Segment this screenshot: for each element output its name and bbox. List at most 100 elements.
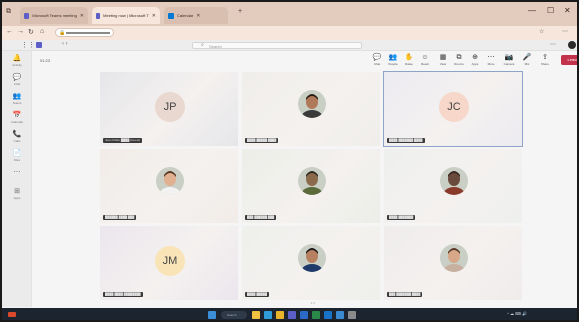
tab-label: Meeting now | Microsoft T xyxy=(103,13,149,18)
rail-item-calendar[interactable]: 📅 Calendar xyxy=(9,112,25,124)
share-button[interactable]: ⇪ Share xyxy=(538,54,552,66)
tab-favicon-icon xyxy=(24,12,30,19)
rail-item-chat[interactable]: 💬 Chat xyxy=(9,74,25,86)
mic-button[interactable]: 🎤 Mic xyxy=(520,54,534,66)
maximize-button[interactable]: ☐ xyxy=(547,6,554,15)
participant-photo-avatar xyxy=(298,244,326,272)
minimize-button[interactable]: — xyxy=(528,6,536,15)
rail-item-files[interactable]: 📄 Files xyxy=(9,150,25,162)
tab-close-icon[interactable]: ✕ xyxy=(80,13,84,19)
forward-icon[interactable]: → xyxy=(17,28,24,35)
browser-tab[interactable]: Microsoft Teams meeting ✕ xyxy=(20,7,88,24)
teams-search-input[interactable]: ⌕ Search xyxy=(192,42,362,49)
apps-button[interactable]: ⊕ Apps xyxy=(468,54,482,66)
browser-tab[interactable]: Calendar ✕ xyxy=(164,7,228,24)
participant-photo-avatar xyxy=(156,167,184,195)
outlook-icon[interactable] xyxy=(324,311,332,319)
participant-tile[interactable]: ███ ███████ ████ xyxy=(384,226,522,300)
excel-icon[interactable] xyxy=(312,311,320,319)
rail-item-label: Chat xyxy=(13,82,21,86)
system-tray-icons[interactable]: ^ ☁ ⌨ 🔊 xyxy=(507,311,527,316)
share-label: Share xyxy=(540,62,549,66)
rail-item-teams[interactable]: 👥 Teams xyxy=(9,93,25,105)
rail-item-activity[interactable]: 🔔 Activity xyxy=(9,55,25,67)
share-icon: ⇪ xyxy=(542,54,548,61)
store-icon[interactable] xyxy=(336,311,344,319)
settings-taskbar-icon[interactable] xyxy=(348,311,356,319)
taskbar-search[interactable]: Search xyxy=(221,311,247,319)
settings-more-icon[interactable]: ⋯ xyxy=(550,41,556,48)
participant-initials-avatar: JP xyxy=(155,92,185,122)
view-button[interactable]: ▦ View xyxy=(436,54,450,66)
participant-tile[interactable]: ████ █████ ████ xyxy=(242,72,380,146)
word-icon[interactable] xyxy=(300,311,308,319)
screenshot-frame: ⧉ + — ☐ ✕ Microsoft Teams meeting ✕ Meetin… xyxy=(0,0,579,322)
more-icon: ⋯ xyxy=(487,54,495,61)
close-window-button[interactable]: ✕ xyxy=(564,6,571,15)
camera-button[interactable]: 📷 Camera xyxy=(502,54,516,66)
participant-tile[interactable]: ████ █████ xyxy=(242,226,380,300)
favorite-icon[interactable]: ☆ xyxy=(539,28,544,35)
participant-tile[interactable]: ████ ███████ xyxy=(384,149,522,223)
participant-tile[interactable]: ███ ██████ ███ xyxy=(242,149,380,223)
page-indicator[interactable]: • • xyxy=(311,300,315,305)
new-tab-button[interactable]: + xyxy=(238,8,242,15)
chrome-icon[interactable] xyxy=(276,311,284,319)
raise-label: Raise xyxy=(405,62,413,66)
participant-tile[interactable]: JP Juan Pablo ████ (Guest) xyxy=(100,72,238,146)
rooms-button[interactable]: ⧉ Rooms xyxy=(452,54,466,66)
history-arrows-icon[interactable]: ‹ › xyxy=(62,41,68,47)
rail-item-label: Calendar xyxy=(10,120,24,124)
chat-button[interactable]: 💬 Chat xyxy=(370,54,384,66)
url-field[interactable]: 🔒 xyxy=(55,28,114,37)
mic-icon: 🎤 xyxy=(522,54,532,61)
raise-button[interactable]: ✋ Raise xyxy=(402,54,416,66)
participant-tile[interactable]: ██████ ████ ███ xyxy=(100,149,238,223)
tab-actions-icon[interactable]: ⧉ xyxy=(6,8,11,16)
reload-icon[interactable]: ↻ xyxy=(28,28,34,36)
participant-tile[interactable]: JM ████ ████ ████████ xyxy=(100,226,238,300)
browser-tab[interactable]: Meeting now | Microsoft T ✕ xyxy=(92,7,160,24)
react-label: React xyxy=(421,62,429,66)
browser-menu-icon[interactable]: ⋯ xyxy=(562,28,568,35)
leave-button[interactable]: Leave xyxy=(561,55,577,65)
tab-close-icon[interactable]: ✕ xyxy=(196,13,200,19)
tab-label: Microsoft Teams meeting xyxy=(32,13,77,18)
rail-item-label: Calls xyxy=(13,139,21,143)
rail-item-more[interactable]: ⋯ xyxy=(9,169,25,177)
teams-taskbar-icon[interactable] xyxy=(288,311,296,319)
participant-photo-avatar xyxy=(298,167,326,195)
tab-close-icon[interactable]: ✕ xyxy=(152,13,156,19)
participant-tile[interactable]: JC ████ ███████ ████ xyxy=(383,71,523,147)
participant-name-tag: Juan Pablo ████ (Guest) xyxy=(103,138,143,143)
apps-icon: ⊕ xyxy=(472,54,478,61)
chat-icon: 💬 xyxy=(12,74,22,81)
participant-name-tag: ████ █████ ████ xyxy=(245,138,279,143)
participant-name-tag: ███ ███████ ████ xyxy=(387,292,423,297)
mic-label: Mic xyxy=(524,62,530,66)
participant-name-tag: ████ ████ ████████ xyxy=(103,292,143,297)
edge-icon[interactable] xyxy=(264,311,272,319)
calls-icon: 📞 xyxy=(12,131,22,138)
chat-icon: 💬 xyxy=(372,54,382,61)
teams-icon: 👥 xyxy=(12,93,22,100)
more-apps-icon: ⊞ xyxy=(14,188,20,195)
files-icon: 📄 xyxy=(12,150,22,157)
react-button[interactable]: ☺ React xyxy=(418,54,432,66)
home-icon[interactable]: ⌂ xyxy=(40,28,44,35)
more-button[interactable]: ⋯ More xyxy=(484,54,498,66)
my-avatar[interactable] xyxy=(568,41,576,49)
weather-icon[interactable] xyxy=(8,312,16,317)
people-button[interactable]: 👥 People xyxy=(386,54,400,66)
react-icon: ☺ xyxy=(421,54,429,61)
rail-item-calls[interactable]: 📞 Calls xyxy=(9,131,25,143)
app-launcher-icon[interactable]: ⋮⋮ xyxy=(21,41,35,49)
teams-header: ⋮⋮ ‹ › ⌕ Search ⋯ xyxy=(2,40,577,51)
participant-photo-avatar xyxy=(440,167,468,195)
file-explorer-icon[interactable] xyxy=(252,311,260,319)
rail-item-apps[interactable]: ⊞ Apps xyxy=(9,188,25,200)
windows-start-icon[interactable] xyxy=(208,311,216,319)
teams-logo-icon xyxy=(36,42,42,48)
back-icon[interactable]: ← xyxy=(6,28,13,35)
raise-icon: ✋ xyxy=(404,54,414,61)
